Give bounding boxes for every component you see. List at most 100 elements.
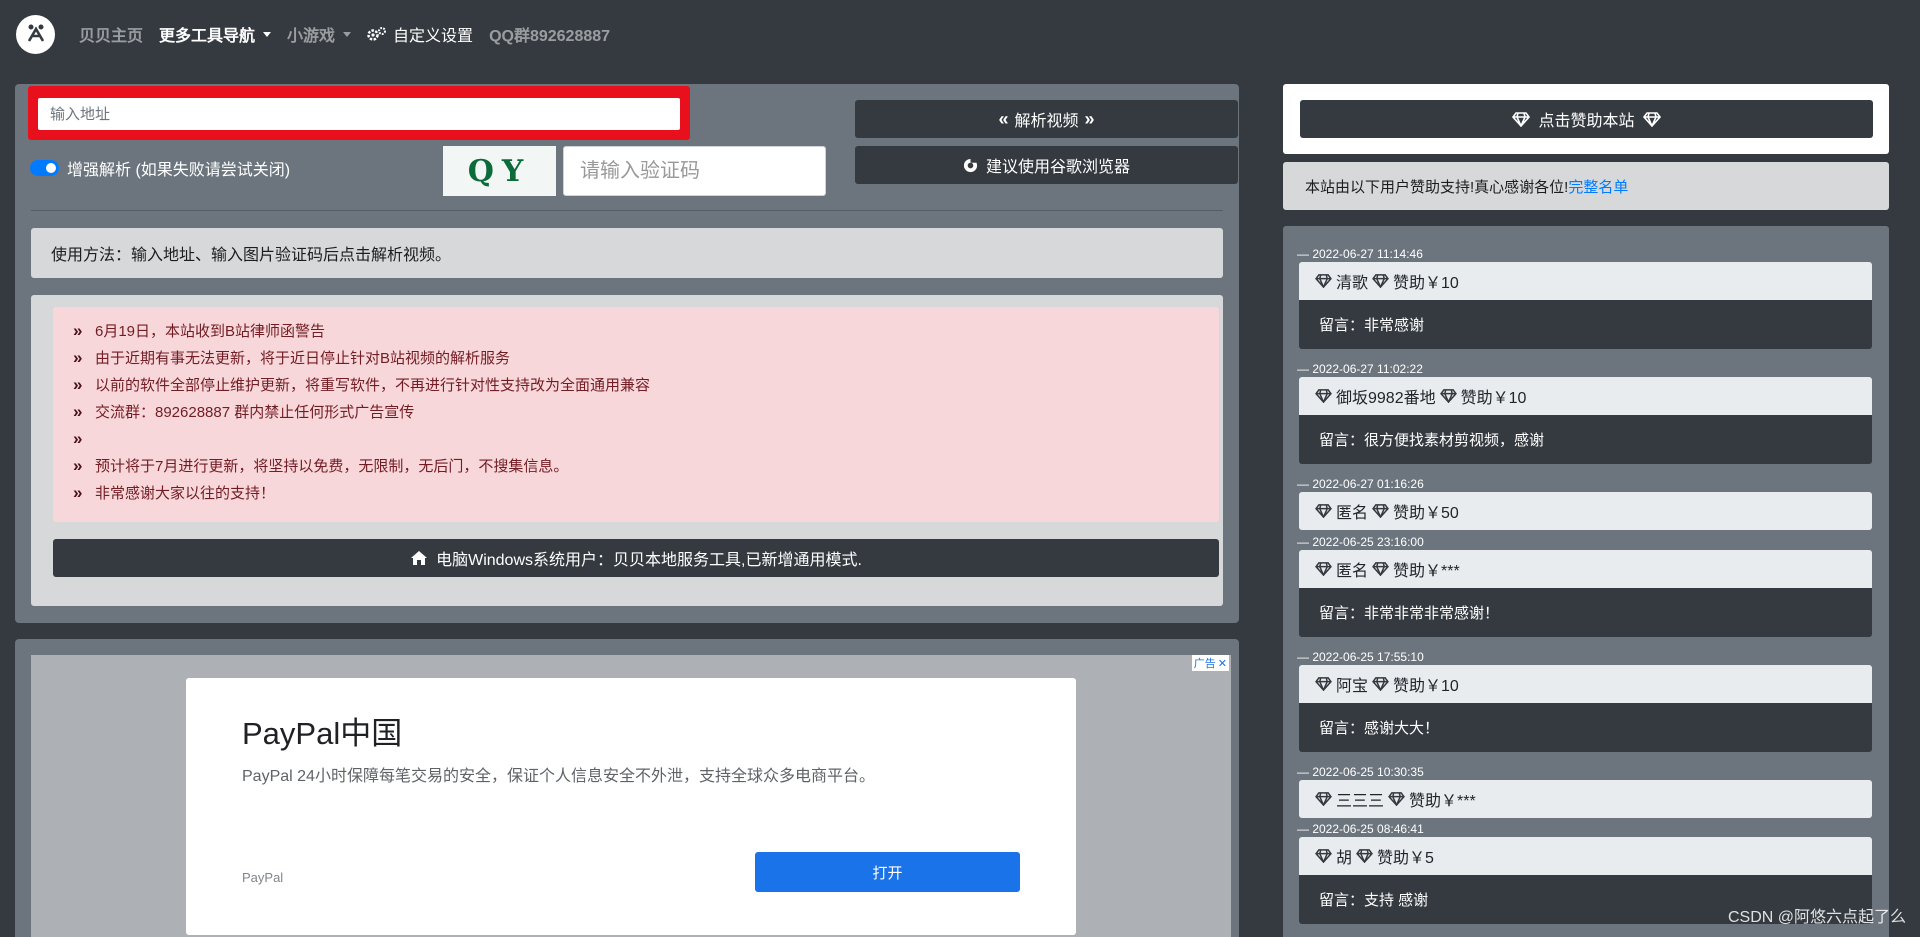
sponsor-button[interactable]: 点击赞助本站: [1300, 100, 1873, 138]
diamond-icon: [1512, 111, 1531, 127]
entry-name: 匿名: [1336, 563, 1369, 580]
notice-line: » 由于近期有事无法更新，将于近日停止针对B站视频的解析服务: [73, 344, 1199, 371]
entry-message: 留言：很方便找素材剪视频，感谢: [1299, 415, 1872, 464]
diamond-icon: [1356, 849, 1373, 863]
sponsor-entry: — 2022-06-27 01:16:26 匿名 赞助￥50: [1297, 476, 1872, 530]
enhance-toggle-row[interactable]: 增强解析 (如果失败请尝试关闭): [30, 156, 290, 180]
entry-header: 匿名 赞助￥***: [1299, 550, 1872, 588]
chevron-down-icon: [263, 31, 272, 37]
ad-open-button[interactable]: 打开: [755, 852, 1020, 892]
double-chevron-right-icon: »: [73, 428, 83, 448]
entry-header: 阿宝 赞助￥10: [1299, 665, 1872, 703]
sponsor-entry: — 2022-06-27 11:14:46 清歌 赞助￥10 留言：非常感谢: [1297, 246, 1872, 349]
windows-tool-button[interactable]: 电脑Windows系统用户：贝贝本地服务工具,已新增通用模式.: [53, 539, 1219, 577]
nav-settings-link[interactable]: 自定义设置: [367, 22, 473, 46]
captcha-input[interactable]: [563, 146, 826, 196]
sponsor-feed: — 2022-06-27 11:14:46 清歌 赞助￥10 留言：非常感谢 —…: [1283, 226, 1889, 937]
captcha-image[interactable]: QY: [443, 146, 556, 196]
csdn-watermark: CSDN @阿悠六点起了么: [1727, 909, 1906, 926]
chrome-icon: [963, 158, 978, 173]
diamond-icon: [1439, 389, 1457, 403]
url-input[interactable]: [38, 98, 680, 130]
entry-message: 留言：感谢大大！: [1299, 703, 1872, 752]
entry-header: 三三三 赞助￥***: [1299, 780, 1872, 818]
notice-alert: » 6月19日，本站收到B站律师函警告 » 由于近期有事无法更新，将于近日停止针对B…: [53, 307, 1219, 522]
url-input-highlight: [28, 86, 690, 140]
entry-amount: 赞助￥5: [1377, 850, 1434, 867]
diamond-icon: [1315, 792, 1332, 806]
home-icon: [410, 550, 428, 566]
sponsor-thanks-text: 本站由以下用户赞助支持!真心感谢各位!: [1305, 178, 1569, 196]
entry-message: 留言：非常非常非常感谢！: [1299, 588, 1872, 637]
entry-name: 清歌: [1336, 275, 1369, 292]
parse-video-label: 解析视频: [1014, 113, 1079, 130]
chrome-recommend-label: 建议使用谷歌浏览器: [985, 159, 1130, 176]
entry-amount: 赞助￥10: [1393, 678, 1459, 695]
usage-instructions: 使用方法：输入地址、输入图片验证码后点击解析视频。: [31, 228, 1223, 278]
entry-amount: 赞助￥10: [1460, 390, 1527, 407]
gears-icon: [367, 26, 387, 42]
entry-name: 胡: [1336, 850, 1353, 867]
site-logo[interactable]: [16, 14, 55, 54]
double-chevron-right-icon: »: [73, 455, 83, 475]
notice-text: 由于近期有事无法更新，将于近日停止针对B站视频的解析服务: [95, 350, 511, 367]
notice-line: » 6月19日，本站收到B站律师函警告: [73, 317, 1199, 344]
ad-card[interactable]: PayPal中国 PayPal 24小时保障每笔交易的安全，保证个人信息安全不外…: [186, 678, 1076, 935]
entry-amount: 赞助￥***: [1393, 563, 1460, 580]
double-chevron-right-icon: »: [73, 482, 83, 502]
entry-name: 御坂9982番地: [1336, 390, 1436, 407]
sponsor-button-label: 点击赞助本站: [1538, 113, 1635, 130]
nav-home-link[interactable]: 贝贝主页: [79, 22, 143, 46]
nav-games-dropdown[interactable]: 小游戏: [287, 22, 352, 46]
entry-message: 留言：非常感谢: [1299, 300, 1872, 349]
entry-amount: 赞助￥***: [1409, 793, 1476, 810]
diamond-icon: [1315, 562, 1332, 576]
diamond-icon: [1315, 389, 1332, 403]
ad-brand: PayPal: [242, 870, 284, 885]
nav-qq-group[interactable]: QQ群892628887: [489, 22, 610, 46]
nav-games-label: 小游戏: [287, 28, 336, 45]
ad-panel: 广告 ✕ PayPal中国 PayPal 24小时保障每笔交易的安全，保证个人信…: [15, 639, 1239, 937]
notice-line: » 非常感谢大家以往的支持！: [73, 479, 1199, 506]
ad-badge[interactable]: 广告 ✕: [1191, 655, 1229, 671]
entry-date: — 2022-06-27 11:14:46: [1297, 247, 1423, 261]
sponsor-entry: — 2022-06-25 10:30:35 三三三 赞助￥***: [1297, 764, 1872, 818]
diamond-icon: [1372, 562, 1389, 576]
notice-line: »: [73, 425, 1199, 452]
entry-amount: 赞助￥10: [1393, 275, 1459, 292]
double-chevron-right-icon: »: [73, 320, 83, 340]
nav-tools-dropdown[interactable]: 更多工具导航: [159, 22, 272, 46]
double-chevron-left-icon: «: [998, 108, 1009, 129]
notice-line: » 交流群：892628887 群内禁止任何形式广告宣传: [73, 398, 1199, 425]
divider: [31, 210, 1223, 211]
entry-date: — 2022-06-25 17:55:10: [1297, 650, 1424, 664]
double-chevron-right-icon: »: [73, 401, 83, 421]
enhance-toggle-switch[interactable]: [30, 160, 59, 176]
close-icon[interactable]: ✕: [1218, 657, 1227, 670]
entry-date: — 2022-06-25 23:16:00: [1297, 535, 1424, 549]
double-chevron-right-icon: »: [73, 347, 83, 367]
sponsor-entry: — 2022-06-25 17:55:10 阿宝 赞助￥10 留言：感谢大大！: [1297, 649, 1872, 752]
ad-frame: 广告 ✕ PayPal中国 PayPal 24小时保障每笔交易的安全，保证个人信…: [31, 655, 1231, 937]
entry-header: 胡 赞助￥5: [1299, 837, 1872, 875]
entry-date: — 2022-06-27 01:16:26: [1297, 477, 1424, 491]
full-list-link[interactable]: 完整名单: [1568, 176, 1628, 197]
sponsor-entry: — 2022-06-25 23:16:00 匿名 赞助￥*** 留言：非常非常非…: [1297, 534, 1872, 637]
diamond-icon: [1372, 504, 1389, 518]
ad-description: PayPal 24小时保障每笔交易的安全，保证个人信息安全不外泄，支持全球众多电…: [242, 768, 875, 785]
entry-date: — 2022-06-27 11:02:22: [1297, 362, 1423, 376]
parse-video-button[interactable]: « 解析视频 »: [855, 100, 1238, 138]
entry-header: 清歌 赞助￥10: [1299, 262, 1872, 300]
diamond-icon: [1315, 849, 1332, 863]
notice-text: 6月19日，本站收到B站律师函警告: [95, 323, 326, 340]
diamond-icon: [1315, 274, 1332, 288]
diamond-icon: [1642, 111, 1661, 127]
ad-badge-label: 广告: [1193, 658, 1216, 670]
entry-amount: 赞助￥50: [1393, 505, 1459, 522]
sponsor-box: 点击赞助本站: [1283, 84, 1889, 154]
sponsor-entry: — 2022-06-27 11:02:22 御坂9982番地 赞助￥10 留言：…: [1297, 361, 1872, 464]
nav-settings-label: 自定义设置: [393, 28, 474, 45]
entry-name: 阿宝: [1336, 678, 1369, 695]
chrome-recommend-button[interactable]: 建议使用谷歌浏览器: [855, 146, 1238, 184]
ad-title: PayPal中国: [242, 716, 403, 751]
